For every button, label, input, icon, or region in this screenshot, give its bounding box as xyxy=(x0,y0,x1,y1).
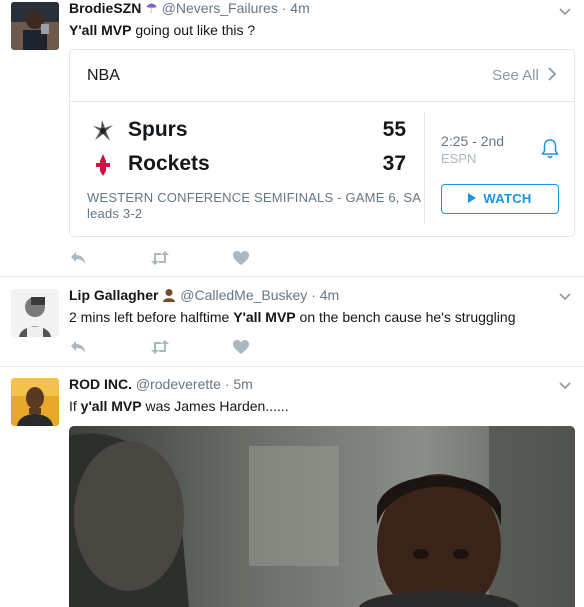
game-clock: 2:25 - 2nd xyxy=(441,133,505,149)
heart-icon[interactable] xyxy=(231,249,251,267)
tweet-actions xyxy=(69,338,269,356)
team-row-rockets: Rockets 37 xyxy=(92,150,406,180)
tweet-text-rest: was James Harden...... xyxy=(141,398,289,414)
tweet-header: ROD INC. @rodeverette · 5m xyxy=(69,376,253,392)
person-emoji xyxy=(163,289,176,302)
tweet-text: 2 mins left before halftime Y'all MVP on… xyxy=(69,309,515,325)
caret-down-icon[interactable] xyxy=(558,290,572,304)
card-league: NBA xyxy=(87,67,120,84)
timestamp[interactable]: 4m xyxy=(290,0,309,16)
username[interactable]: @Nevers_Failures xyxy=(162,0,278,16)
tweet-1: BrodieSZN ☂ @Nevers_Failures · 4m Y'all … xyxy=(0,0,584,277)
team-score: 37 xyxy=(382,152,406,175)
score-card[interactable]: NBA See All Spurs 55 Rockets 37 WESTERN … xyxy=(69,49,575,237)
umbrella-emoji: ☂ xyxy=(145,0,158,16)
watch-button[interactable]: WATCH xyxy=(441,184,559,214)
retweet-icon[interactable] xyxy=(150,338,170,356)
spurs-logo-icon xyxy=(93,120,113,141)
tweet-actions xyxy=(69,249,269,267)
card-divider xyxy=(70,101,574,102)
team-row-spurs: Spurs 55 xyxy=(92,116,406,146)
reply-icon[interactable] xyxy=(69,338,89,356)
separator-dot: · xyxy=(311,287,316,303)
tweet-text-pre: 2 mins left before halftime xyxy=(69,309,234,325)
bell-icon[interactable] xyxy=(540,138,560,160)
timestamp[interactable]: 5m xyxy=(233,376,252,392)
tweet-text-bold: Y'all MVP xyxy=(233,309,296,325)
team-name: Spurs xyxy=(128,118,188,141)
see-all-link[interactable]: See All xyxy=(492,67,557,84)
tweet-text-bold: y'all MVP xyxy=(80,398,142,414)
username[interactable]: @rodeverette xyxy=(136,376,221,392)
caret-down-icon[interactable] xyxy=(558,379,572,393)
card-vertical-divider xyxy=(424,112,425,224)
fullname[interactable]: Lip Gallagher xyxy=(69,287,158,303)
fullname[interactable]: ROD INC. xyxy=(69,376,132,392)
fullname[interactable]: BrodieSZN xyxy=(69,0,141,16)
series-status: WESTERN CONFERENCE SEMIFINALS - GAME 6, … xyxy=(87,190,421,221)
tweet-text-rest: on the bench cause he's struggling xyxy=(295,309,516,325)
tweet-text-rest: going out like this ? xyxy=(131,22,256,38)
team-name: Rockets xyxy=(128,152,210,175)
reply-icon[interactable] xyxy=(69,249,89,267)
tweet-media-image[interactable] xyxy=(69,426,575,607)
watch-label: WATCH xyxy=(483,191,532,206)
see-all-label: See All xyxy=(492,67,539,84)
tweet-text: If y'all MVP was James Harden...... xyxy=(69,398,289,414)
timestamp[interactable]: 4m xyxy=(320,287,339,303)
team-score: 55 xyxy=(382,118,406,141)
tweet-2: Lip Gallagher @CalledMe_Buskey · 4m 2 mi… xyxy=(0,277,584,367)
rockets-logo-icon xyxy=(96,154,110,176)
avatar[interactable] xyxy=(11,378,59,426)
separator-dot: · xyxy=(224,376,230,392)
separator-dot: · xyxy=(281,0,287,16)
caret-down-icon[interactable] xyxy=(558,5,572,19)
chevron-right-icon xyxy=(548,67,557,81)
tweet-text-bold: Y'all MVP xyxy=(69,22,132,38)
avatar[interactable] xyxy=(11,2,59,50)
tweet-header: Lip Gallagher @CalledMe_Buskey · 4m xyxy=(69,287,339,303)
tweet-header: BrodieSZN ☂ @Nevers_Failures · 4m xyxy=(69,0,310,17)
heart-icon[interactable] xyxy=(231,338,251,356)
play-icon xyxy=(468,193,477,203)
tweet-text-pre: If xyxy=(69,398,81,414)
retweet-icon[interactable] xyxy=(150,249,170,267)
tv-network: ESPN xyxy=(441,151,477,166)
tweet-text: Y'all MVP going out like this ? xyxy=(69,22,255,38)
username[interactable]: @CalledMe_Buskey xyxy=(180,287,307,303)
avatar[interactable] xyxy=(11,289,59,337)
